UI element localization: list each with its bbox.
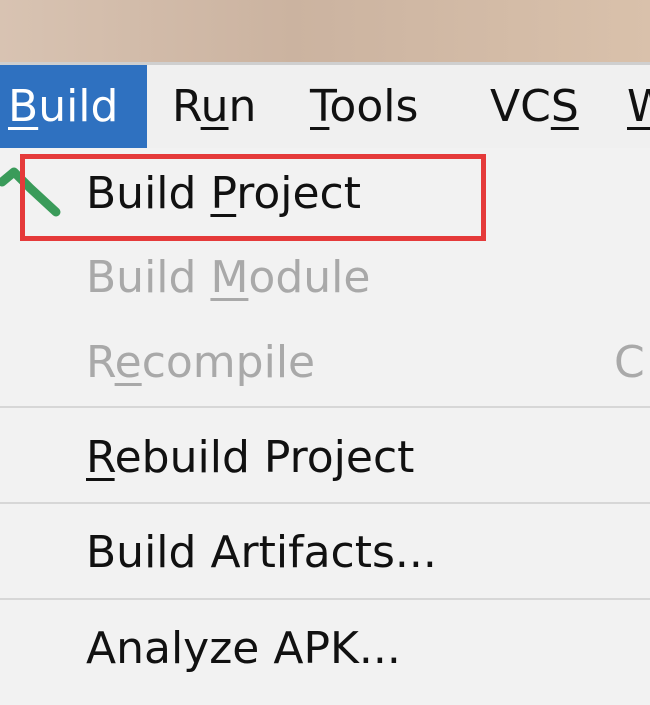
menu-separator bbox=[0, 598, 650, 600]
menu-vcs[interactable]: VCS bbox=[490, 65, 579, 148]
menu-window[interactable]: W bbox=[627, 65, 650, 148]
menu-item-label: Build Module bbox=[86, 252, 371, 303]
menu-separator bbox=[0, 406, 650, 408]
menu-tools[interactable]: Tools bbox=[310, 65, 418, 148]
menu-item-label: Rebuild Project bbox=[86, 432, 415, 483]
menu-build[interactable]: Build bbox=[0, 65, 147, 148]
highlight-annotation-box bbox=[20, 154, 486, 241]
menu-bar: Build Run Tools VCS W bbox=[0, 62, 650, 148]
menu-item-label: Analyze APK... bbox=[86, 623, 401, 674]
desktop-background bbox=[0, 0, 650, 62]
menu-run[interactable]: Run bbox=[172, 65, 256, 148]
menu-item-label: Build Artifacts... bbox=[86, 527, 437, 578]
menu-item-shortcut: C bbox=[614, 337, 645, 388]
menu-item-label: Recompile bbox=[86, 337, 316, 388]
menu-separator bbox=[0, 502, 650, 504]
